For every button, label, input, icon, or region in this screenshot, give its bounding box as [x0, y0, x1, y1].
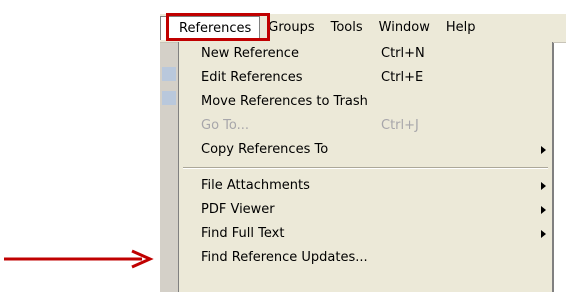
menu-item-pdf-viewer[interactable]: PDF Viewer — [179, 198, 552, 222]
menu-tools[interactable]: Tools — [323, 16, 371, 40]
menu-item-label: Edit References — [201, 70, 303, 85]
menu-item-label: Move References to Trash — [201, 94, 368, 109]
menu-item-find-full-text[interactable]: Find Full Text — [179, 222, 552, 246]
menu-item-move-to-trash[interactable]: Move References to Trash — [179, 90, 552, 114]
menu-groups[interactable]: Groups — [260, 16, 322, 40]
menu-item-label: PDF Viewer — [201, 202, 275, 217]
menu-item-shortcut: Ctrl+N — [381, 46, 425, 61]
left-toolbar-strip — [160, 43, 179, 292]
submenu-arrow-icon — [541, 182, 546, 190]
menu-item-label: Copy References To — [201, 142, 329, 157]
menu-item-label: Find Reference Updates... — [201, 250, 368, 265]
menu-item-shortcut: Ctrl+J — [381, 118, 419, 133]
submenu-arrow-icon — [541, 230, 546, 238]
menu-item-label: Find Full Text — [201, 226, 285, 241]
menu-separator — [183, 167, 548, 169]
menu-item-label: File Attachments — [201, 178, 310, 193]
menu-item-edit-references[interactable]: Edit References Ctrl+E — [179, 66, 552, 90]
menu-item-file-attachments[interactable]: File Attachments — [179, 174, 552, 198]
toolbar-icon — [162, 91, 176, 105]
menu-window[interactable]: Window — [371, 16, 438, 40]
menu-item-go-to: Go To... Ctrl+J — [179, 114, 552, 138]
menu-item-label: New Reference — [201, 46, 299, 61]
menu-item-new-reference[interactable]: New Reference Ctrl+N — [179, 42, 552, 66]
submenu-arrow-icon — [541, 146, 546, 154]
red-arrow-icon — [4, 249, 154, 269]
document-edge — [553, 43, 566, 292]
menu-bar: References Groups Tools Window Help — [160, 14, 566, 43]
menu-item-copy-references-to[interactable]: Copy References To — [179, 138, 552, 162]
menu-item-find-reference-updates[interactable]: Find Reference Updates... — [179, 246, 552, 270]
submenu-arrow-icon — [541, 206, 546, 214]
menu-item-label: Go To... — [201, 118, 250, 133]
references-dropdown-menu: New Reference Ctrl+N Edit References Ctr… — [178, 42, 553, 292]
toolbar-icon — [162, 67, 176, 81]
menu-item-shortcut: Ctrl+E — [381, 70, 424, 85]
menu-references[interactable]: References — [160, 16, 261, 40]
menu-help[interactable]: Help — [438, 16, 484, 40]
